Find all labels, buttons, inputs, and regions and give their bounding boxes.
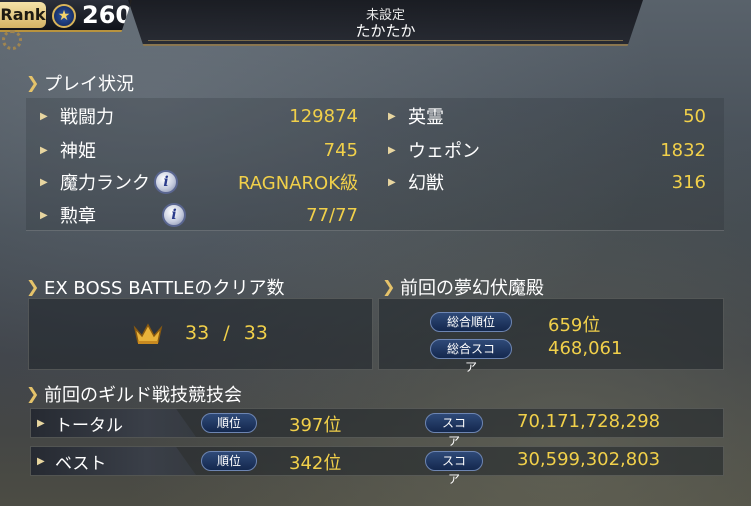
info-icon[interactable]: i <box>162 203 186 227</box>
stat-row-medals: ▶ 勲章 i 77/77 <box>40 202 358 228</box>
stat-label: 勲章 <box>60 206 96 227</box>
guild-row-best: ▶ ベスト 順位 342位 スコア 30,599,302,803 <box>30 446 724 486</box>
ex-boss-cleared: 33 <box>185 322 210 344</box>
stat-value: 1832 <box>660 139 706 161</box>
guild-row-label-text: トータル <box>55 415 123 436</box>
triangle-right-icon: ▶ <box>37 417 45 429</box>
dream-rank-value: 659位 <box>548 315 601 336</box>
guild-rank-value: 397位 <box>289 415 342 436</box>
crown-icon <box>133 323 163 344</box>
guild-row-label: ▶ トータル <box>31 409 196 437</box>
stat-value: 50 <box>683 105 706 127</box>
guild-score-pill: スコア <box>425 451 483 486</box>
chevron-right-icon: ❯ <box>26 277 40 296</box>
info-icon[interactable]: i <box>154 170 178 194</box>
dream-heading: ❯ 前回の夢幻伏魔殿 <box>382 274 544 300</box>
guild-row-label-text: ベスト <box>55 453 107 474</box>
triangle-right-icon: ▶ <box>37 455 45 467</box>
rank-badge: Rank ★ 260 <box>0 0 132 32</box>
stat-value: 316 <box>671 171 706 193</box>
guild-rank-pill: 順位 <box>201 451 257 471</box>
stat-label: 戦闘力 <box>60 107 114 128</box>
ex-boss-heading: ❯ EX BOSS BATTLEのクリア数 <box>26 274 285 300</box>
guild-score-value: 70,171,728,298 <box>517 411 661 432</box>
stat-row-weapon: ▶ ウェポン 1832 <box>388 137 706 163</box>
player-name: たかたか <box>355 22 416 40</box>
rank-value: 260 <box>82 1 133 29</box>
triangle-right-icon: ▶ <box>388 144 396 156</box>
stat-label: 神姫 <box>60 141 96 162</box>
guild-heading-text: 前回のギルド戦技競技会 <box>44 385 242 406</box>
guild-score-pill: スコア <box>425 413 483 448</box>
ex-boss-heading-text: EX BOSS BATTLEのクリア数 <box>44 278 285 299</box>
stat-row-genjuu: ▶ 幻獣 316 <box>388 169 706 195</box>
triangle-right-icon: ▶ <box>40 209 48 221</box>
dream-rank-pill: 総合順位 <box>430 312 512 332</box>
dream-score-pill: 総合スコア <box>430 339 512 374</box>
guild-heading: ❯ 前回のギルド戦技競技会 <box>26 381 242 407</box>
play-status-heading: ❯ プレイ状況 <box>26 70 134 96</box>
guild-row-label: ▶ ベスト <box>31 447 196 475</box>
stat-value: 77/77 <box>306 204 358 226</box>
chevron-right-icon: ❯ <box>382 277 396 296</box>
ex-boss-count: 33 / 33 <box>185 322 268 344</box>
stat-value: 745 <box>323 139 358 161</box>
dream-heading-text: 前回の夢幻伏魔殿 <box>400 278 544 299</box>
triangle-right-icon: ▶ <box>40 110 48 122</box>
stat-label: ウェポン <box>408 141 480 162</box>
guild-score-value: 30,599,302,803 <box>517 449 661 470</box>
chevron-right-icon: ❯ <box>26 384 40 403</box>
section-divider <box>26 230 724 231</box>
ex-boss-total: 33 <box>243 322 268 344</box>
triangle-right-icon: ▶ <box>388 176 396 188</box>
rank-label: Rank <box>0 2 46 28</box>
star-icon: ★ <box>52 4 76 28</box>
triangle-right-icon: ▶ <box>40 144 48 156</box>
guild-rank-pill: 順位 <box>201 413 257 433</box>
guild-rank-value: 342位 <box>289 453 342 474</box>
stat-label: 英霊 <box>408 107 444 128</box>
triangle-right-icon: ▶ <box>388 110 396 122</box>
name-plate: 未設定 たかたか <box>128 0 643 46</box>
ex-boss-separator: / <box>223 322 230 344</box>
stat-row-power: ▶ 戦闘力 129874 <box>40 103 358 129</box>
gear-decoration-icon <box>2 30 22 50</box>
stat-row-shinki: ▶ 神姫 745 <box>40 137 358 163</box>
stat-row-magic-rank: ▶ 魔力ランク i RAGNAROK級 <box>40 169 358 195</box>
chevron-right-icon: ❯ <box>26 73 40 92</box>
stat-row-eirei: ▶ 英霊 50 <box>388 103 706 129</box>
stat-label: 魔力ランク <box>60 173 150 194</box>
stat-label: 幻獣 <box>408 173 444 194</box>
stat-value: RAGNAROK級 <box>238 173 358 194</box>
dream-score-value: 468,061 <box>548 338 623 359</box>
play-status-heading-text: プレイ状況 <box>44 74 134 95</box>
stat-value: 129874 <box>289 105 358 127</box>
profile-screen: Rank ★ 260 未設定 たかたか ❯ プレイ状況 ▶ 戦闘力 129874… <box>0 0 751 506</box>
guild-row-total: ▶ トータル 順位 397位 スコア 70,171,728,298 <box>30 408 724 448</box>
triangle-right-icon: ▶ <box>40 176 48 188</box>
